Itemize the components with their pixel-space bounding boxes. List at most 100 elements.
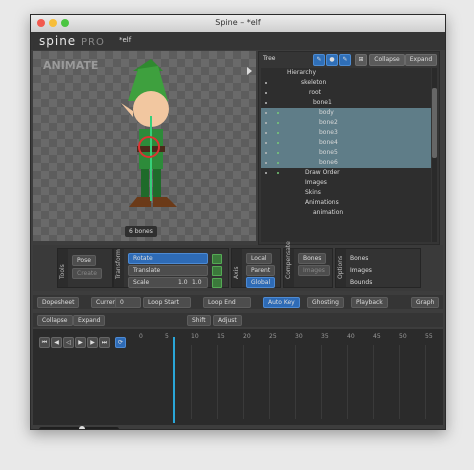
tree-row-label: root [309, 89, 322, 96]
logo-text: spine [39, 34, 77, 48]
tree-row-label: body [319, 109, 334, 116]
rotate-key-icon[interactable] [212, 254, 222, 264]
tree-row-label: bone1 [313, 99, 332, 106]
parent-button[interactable]: Parent [246, 265, 276, 276]
transform-label: Transform [115, 249, 122, 279]
dopesheet-collapse-button[interactable]: Collapse [37, 315, 73, 326]
tree-filter-slots-icon[interactable]: ● [326, 54, 338, 66]
tree-row[interactable]: bone2 [261, 118, 431, 128]
tree-row[interactable]: bone5 [261, 148, 431, 158]
playback-button[interactable]: Playback [351, 297, 388, 308]
ghosting-button[interactable]: Ghosting [307, 297, 344, 308]
logo-pro: PRO [81, 37, 105, 48]
timeline-scrollbar[interactable] [39, 426, 119, 429]
tree-scrollbar[interactable] [432, 68, 437, 242]
tick: 0 [139, 333, 143, 340]
tree-row[interactable]: bone3 [261, 128, 431, 138]
grid-line [269, 345, 270, 419]
tree-filter-bones-icon[interactable]: ✎ [313, 54, 325, 66]
elf-character[interactable] [33, 51, 256, 241]
dopesheet-actions: Collapse Expand Shift Adjust [33, 313, 443, 327]
grid-line [191, 345, 192, 419]
option-bones[interactable]: Bones [350, 255, 368, 262]
tree-row[interactable]: body [261, 108, 431, 118]
global-button[interactable]: Global [246, 277, 276, 288]
loop-end-button[interactable]: Loop End [203, 297, 251, 308]
grid-line [425, 345, 426, 419]
adjust-button[interactable]: Adjust [213, 315, 242, 326]
tick: 40 [347, 333, 355, 340]
rotate-button[interactable]: Rotate [128, 253, 208, 264]
tree-scrollbar-thumb[interactable] [432, 88, 437, 158]
tree-row[interactable]: bone4 [261, 138, 431, 148]
dopesheet-expand-button[interactable]: Expand [73, 315, 106, 326]
play-forward-button[interactable]: ▶ [75, 337, 86, 348]
compensate-bones-button[interactable]: Bones [298, 253, 327, 264]
grid-line [243, 345, 244, 419]
tick: 30 [295, 333, 303, 340]
pose-button[interactable]: Pose [72, 255, 96, 266]
dopesheet-tab[interactable]: Dopesheet [37, 297, 80, 308]
compensate-images-button[interactable]: Images [298, 265, 330, 276]
create-button[interactable]: Create [72, 268, 102, 279]
tree-row[interactable]: animation [261, 208, 431, 218]
tree-row[interactable]: bone6 [261, 158, 431, 168]
tree-row[interactable]: Draw Order [261, 168, 431, 178]
tree-row-label: Draw Order [305, 169, 340, 176]
grid-line [217, 345, 218, 419]
tree-search-icon[interactable]: ⊞ [355, 54, 367, 66]
tree-row[interactable]: skeleton [261, 78, 431, 88]
scale-y-value[interactable]: 1.0 [192, 279, 202, 286]
tree-row[interactable]: Skins [261, 188, 431, 198]
play-arrow-icon[interactable] [247, 67, 252, 75]
tree-row[interactable]: root [261, 88, 431, 98]
window-title: Spine – *elf [215, 18, 261, 27]
loop-button[interactable]: ⟳ [115, 337, 126, 348]
tree-expand-button[interactable]: Expand [405, 54, 437, 66]
prev-frame-button[interactable]: ◀ [51, 337, 62, 348]
play-backward-button[interactable]: ◁ [63, 337, 74, 348]
next-frame-button[interactable]: ▶ [87, 337, 98, 348]
option-images[interactable]: Images [350, 267, 372, 274]
translate-key-icon[interactable] [212, 266, 222, 276]
hierarchy-label: Hierarchy [287, 69, 317, 76]
grid-line [399, 345, 400, 419]
tree-row[interactable]: bone1 [261, 98, 431, 108]
compensate-group: Compensate Bones Images [283, 241, 333, 288]
tree-row-label: Animations [305, 199, 339, 206]
auto-key-button[interactable]: Auto Key [263, 297, 300, 308]
tree-row[interactable]: Animations [261, 198, 431, 208]
first-frame-button[interactable]: ⏮ [39, 337, 50, 348]
option-bounds[interactable]: Bounds [350, 279, 372, 286]
spine-logo[interactable]: spine PRO [39, 34, 105, 48]
tick: 25 [269, 333, 277, 340]
scale-key-icon[interactable] [212, 278, 222, 288]
options-label: Options [337, 255, 344, 279]
grid-line [295, 345, 296, 419]
viewport[interactable]: ANIMATE 6 bones [33, 51, 256, 241]
grid-line [347, 345, 348, 419]
local-button[interactable]: Local [246, 253, 272, 264]
options-group: Options Bones Images Bounds [335, 248, 421, 288]
playhead[interactable] [173, 337, 175, 423]
tree-list[interactable]: Hierarchy skeleton root bone1 body bone2… [261, 68, 431, 242]
last-frame-button[interactable]: ⏭ [99, 337, 110, 348]
shift-button[interactable]: Shift [187, 315, 211, 326]
bones-count: 6 bones [125, 226, 157, 237]
tree-header-row: Hierarchy [261, 68, 431, 78]
tree-title: Tree [263, 55, 276, 62]
timeline-ruler: 0 5 10 15 20 25 30 35 40 45 50 55 [139, 333, 439, 343]
current-input[interactable]: 0 [115, 297, 141, 308]
tree-row-label: bone3 [319, 129, 338, 136]
tree-row[interactable]: Images [261, 178, 431, 188]
tick: 55 [425, 333, 433, 340]
menu-bar: spine PRO *elf [31, 32, 445, 50]
graph-button[interactable]: Graph [411, 297, 440, 308]
tree-collapse-button[interactable]: Collapse [369, 54, 405, 66]
loop-start-button[interactable]: Loop Start [143, 297, 191, 308]
spine-window: Spine – *elf spine PRO *elf ANIMATE 6 bo… [30, 14, 446, 430]
timeline-scrollbar-thumb[interactable] [79, 426, 85, 429]
translate-button[interactable]: Translate [128, 265, 208, 276]
tree-filter-attachments-icon[interactable]: ✎ [339, 54, 351, 66]
scale-x-value[interactable]: 1.0 [178, 279, 188, 286]
